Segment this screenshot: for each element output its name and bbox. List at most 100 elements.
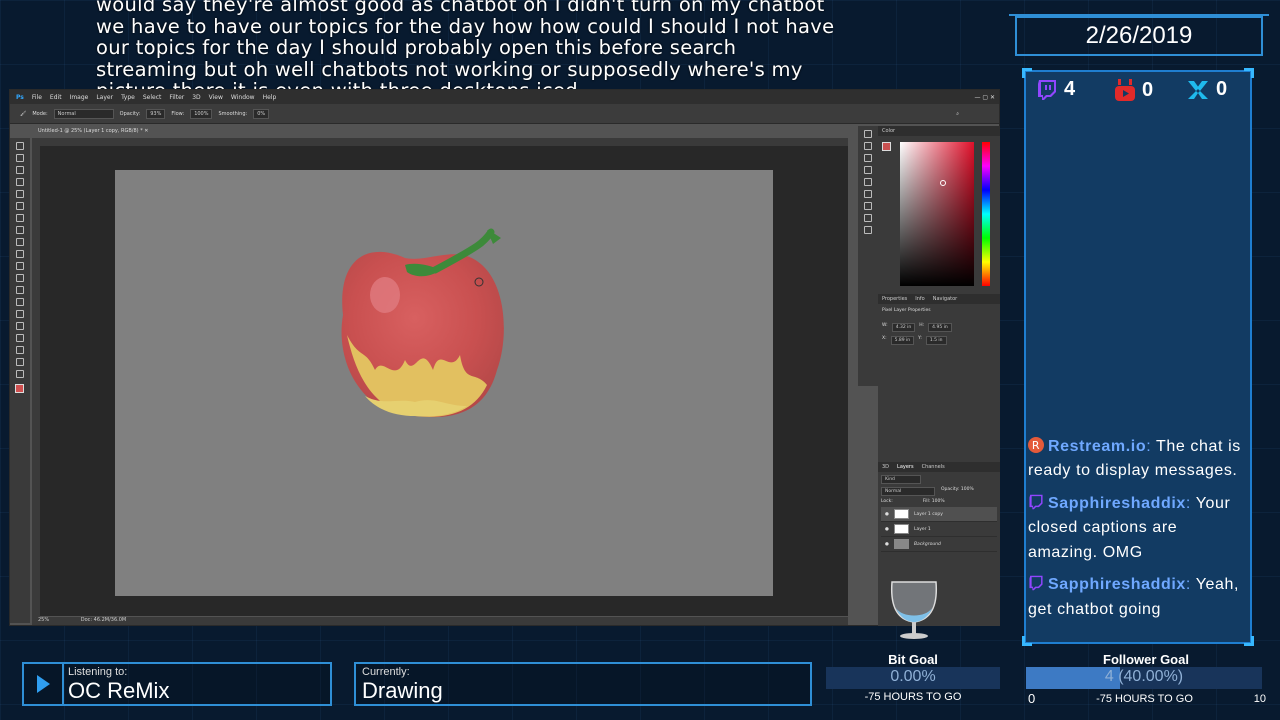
layer-thumbnail (893, 539, 909, 549)
menu-3d[interactable]: 3D (192, 94, 200, 101)
history-panel-icon[interactable] (864, 130, 872, 138)
tab-3d[interactable]: 3D (882, 464, 889, 470)
move-tool-icon[interactable] (16, 142, 24, 150)
mode-select[interactable]: Normal (53, 108, 114, 119)
brush-icon[interactable] (16, 226, 24, 234)
layers-opacity[interactable]: Opacity: 100% (941, 487, 974, 496)
chat-separator: : (1185, 494, 1191, 512)
brush-settings-icon[interactable] (864, 190, 872, 198)
w-label: W: (882, 323, 888, 328)
play-icon[interactable] (864, 142, 872, 150)
dodge-icon[interactable] (16, 298, 24, 306)
chat-username[interactable]: Restream.io (1048, 438, 1146, 455)
search-icon[interactable]: ⌕ (956, 111, 959, 117)
layer-kind-filter[interactable]: Kind (881, 475, 921, 484)
eye-icon[interactable]: ● (885, 542, 889, 547)
color-swatches[interactable] (13, 384, 28, 404)
now-playing-widget: Listening to: OC ReMix (22, 662, 332, 706)
menu-window[interactable]: Window (231, 94, 255, 101)
tab-info[interactable]: Info (915, 296, 924, 302)
history-brush-icon[interactable] (16, 250, 24, 258)
paragraph-panel-icon[interactable] (864, 214, 872, 222)
menu-view[interactable]: View (209, 94, 223, 101)
foreground-color-swatch[interactable] (15, 384, 24, 393)
color-panel (878, 136, 1000, 294)
zoom-tool-icon[interactable] (16, 370, 24, 378)
follower-goal-min: 0 (1028, 691, 1036, 706)
menu-type[interactable]: Type (121, 94, 135, 101)
eye-icon[interactable]: ● (885, 512, 889, 517)
chat-username[interactable]: Sapphireshaddix (1048, 576, 1186, 593)
gradient-icon[interactable] (16, 274, 24, 282)
width-field[interactable]: 4.32 in (891, 323, 916, 332)
tip-jar-glass-icon (890, 581, 938, 639)
path-select-icon[interactable] (16, 334, 24, 342)
styles-panel-icon[interactable] (864, 178, 872, 186)
vertical-ruler (32, 146, 40, 624)
layers-fill[interactable]: Fill: 100% (923, 499, 945, 504)
chat-username[interactable]: Sapphireshaddix (1048, 495, 1186, 512)
type-tool-icon[interactable] (16, 322, 24, 330)
eye-icon[interactable]: ● (885, 527, 889, 532)
layer-thumbnail (893, 524, 909, 534)
eraser-icon[interactable] (16, 262, 24, 270)
blend-mode-select[interactable]: Normal (881, 487, 935, 496)
tab-layers[interactable]: Layers (897, 464, 914, 470)
brush-tool-icon[interactable]: 🖌 (20, 111, 26, 117)
flow-field[interactable]: 100% (190, 108, 213, 119)
chat-messages: R Restream.io: The chat is ready to disp… (1028, 427, 1246, 623)
tab-properties[interactable]: Properties (882, 296, 907, 302)
photoshop-window[interactable]: Ps File Edit Image Layer Type Select Fil… (9, 89, 1000, 626)
properties-row: X: 5.89 in Y: 1.5 in (882, 336, 996, 345)
hue-slider[interactable] (982, 142, 990, 286)
menu-file[interactable]: File (32, 94, 42, 101)
y-label: Y: (918, 336, 922, 341)
marquee-tool-icon[interactable] (16, 154, 24, 162)
blur-icon[interactable] (16, 286, 24, 294)
shape-tool-icon[interactable] (16, 346, 24, 354)
swatches-panel-icon[interactable] (864, 154, 872, 162)
layer-row[interactable]: ● Background (881, 537, 997, 552)
layer-row[interactable]: ● Layer 1 copy (881, 507, 997, 522)
bit-goal-bar: 0.00% (826, 667, 1000, 689)
x-field[interactable]: 5.89 in (890, 336, 915, 345)
layer-row[interactable]: ● Layer 1 (881, 522, 997, 537)
foreground-color-swatch[interactable] (882, 142, 891, 151)
pen-tool-icon[interactable] (16, 310, 24, 318)
y-field[interactable]: 1.5 in (925, 336, 947, 345)
stamp-tool-icon[interactable] (16, 238, 24, 246)
menu-help[interactable]: Help (263, 94, 277, 101)
play-button[interactable] (22, 662, 64, 706)
document-tab[interactable]: Untitled-1 @ 25% (Layer 1 copy, RGB/8) *… (32, 125, 155, 137)
crop-tool-icon[interactable] (16, 190, 24, 198)
healing-tool-icon[interactable] (16, 214, 24, 222)
tab-navigator[interactable]: Navigator (933, 296, 957, 302)
color-panel-tab[interactable]: Color (878, 126, 1000, 136)
eyedropper-icon[interactable] (16, 202, 24, 210)
tab-channels[interactable]: Channels (922, 464, 945, 470)
layer-name: Layer 1 copy (913, 511, 943, 517)
close-tab-icon[interactable]: ✕ (144, 128, 148, 134)
menu-filter[interactable]: Filter (169, 94, 184, 101)
window-controls[interactable]: — ▢ ✕ (974, 94, 995, 101)
zoom-level[interactable]: 25% (38, 617, 49, 623)
menu-layer[interactable]: Layer (96, 94, 113, 101)
opacity-field[interactable]: 93% (146, 108, 166, 119)
hand-tool-icon[interactable] (16, 358, 24, 366)
restream-icon: R (1028, 436, 1044, 453)
color-picker-cursor[interactable] (940, 180, 946, 186)
character-panel-icon[interactable] (864, 202, 872, 210)
ps-workspace (40, 146, 848, 616)
tool-presets-icon[interactable] (864, 226, 872, 234)
menu-select[interactable]: Select (143, 94, 162, 101)
caption-line: our topics for the day I should probably… (96, 36, 737, 59)
smoothing-field[interactable]: 0% (253, 108, 270, 119)
menu-image[interactable]: Image (70, 94, 89, 101)
lasso-tool-icon[interactable] (16, 166, 24, 174)
color-picker-field[interactable] (900, 142, 974, 286)
magic-wand-icon[interactable] (16, 178, 24, 186)
menu-edit[interactable]: Edit (50, 94, 62, 101)
document-canvas[interactable] (115, 170, 773, 596)
height-field[interactable]: 4.95 in (928, 323, 952, 332)
adjustments-panel-icon[interactable] (864, 166, 872, 174)
